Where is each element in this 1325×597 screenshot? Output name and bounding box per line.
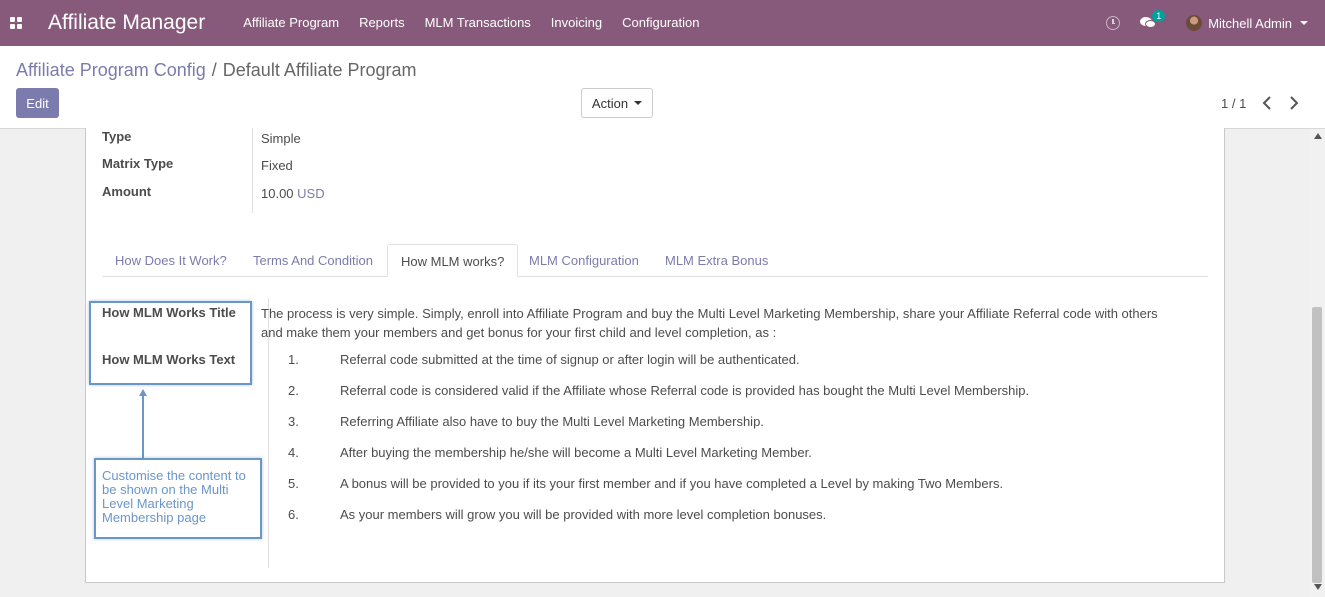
step-number: 2. xyxy=(288,383,299,398)
field-amount: Amount 10.00 USD xyxy=(102,184,1202,204)
edit-button[interactable]: Edit xyxy=(16,88,59,118)
matrix-type-value: Fixed xyxy=(261,158,293,173)
menu-configuration[interactable]: Configuration xyxy=(612,0,709,46)
action-dropdown-button[interactable]: Action xyxy=(581,88,653,118)
breadcrumb-current: Default Affiliate Program xyxy=(222,60,417,80)
notebook-tabs: How Does It Work? Terms And Condition Ho… xyxy=(102,244,1208,277)
messaging-chat-icon[interactable]: 1 xyxy=(1140,10,1166,30)
annotation-connector xyxy=(142,395,144,458)
list-item: 1. Referral code submitted at the time of… xyxy=(261,352,1161,383)
pager-next-icon[interactable] xyxy=(1288,95,1302,111)
list-item: 6. As your members will grow you will be … xyxy=(261,507,1161,538)
tab-terms-and-condition[interactable]: Terms And Condition xyxy=(240,244,386,277)
vertical-scrollbar[interactable] xyxy=(1310,129,1325,597)
tab-how-mlm-works[interactable]: How MLM works? xyxy=(387,244,519,277)
annotation-callout: Customise the content to be shown on the… xyxy=(94,458,262,539)
step-text: Referral code is considered valid if the… xyxy=(340,383,1030,398)
step-number: 6. xyxy=(288,507,299,522)
control-panel: Affiliate Program Config / Default Affilia… xyxy=(0,46,1325,129)
amount-currency: USD xyxy=(297,186,325,201)
type-label: Type xyxy=(102,129,132,144)
tab-how-does-it-work[interactable]: How Does It Work? xyxy=(102,244,240,277)
tab-pane-how-mlm-works: How MLM Works Title How MLM Works Text T… xyxy=(102,298,1202,568)
activity-clock-icon[interactable] xyxy=(1106,16,1121,30)
apps-menu-icon[interactable] xyxy=(0,0,32,46)
user-avatar[interactable] xyxy=(1186,15,1203,31)
type-value: Simple xyxy=(261,131,301,146)
menu-invoicing[interactable]: Invoicing xyxy=(541,0,612,46)
menu-reports[interactable]: Reports xyxy=(349,0,415,46)
how-mlm-works-intro: The process is very simple. Simply, enro… xyxy=(261,306,1158,340)
amount-value: 10.00 USD xyxy=(261,186,325,201)
step-number: 1. xyxy=(288,352,299,367)
menu-affiliate-program[interactable]: Affiliate Program xyxy=(233,0,349,46)
action-caret-icon xyxy=(634,101,643,105)
scroll-up-icon[interactable] xyxy=(1314,133,1322,139)
tab-mlm-extra-bonus[interactable]: MLM Extra Bonus xyxy=(652,244,781,277)
user-name[interactable]: Mitchell Admin xyxy=(1208,16,1292,31)
navbar-systray: 1 Mitchell Admin xyxy=(1106,0,1325,46)
list-item: 3. Referring Affiliate also have to buy t… xyxy=(261,414,1161,445)
app-title[interactable]: Affiliate Manager xyxy=(32,11,233,35)
step-number: 3. xyxy=(288,414,299,429)
annotation-highlight-box xyxy=(89,301,252,385)
pager-previous-icon[interactable] xyxy=(1261,95,1275,111)
breadcrumb-parent[interactable]: Affiliate Program Config xyxy=(16,60,206,80)
how-mlm-works-steps: 1. Referral code submitted at the time of… xyxy=(261,352,1161,538)
menu-mlm-transactions[interactable]: MLM Transactions xyxy=(415,0,541,46)
list-item: 5. A bonus will be provided to you if its… xyxy=(261,476,1161,507)
step-text: Referral code submitted at the time of s… xyxy=(340,352,800,367)
scroll-thumb[interactable] xyxy=(1312,307,1322,583)
field-type: Type Simple xyxy=(102,129,1202,149)
step-text: A bonus will be provided to you if its y… xyxy=(340,476,1004,491)
scroll-down-icon[interactable] xyxy=(1314,584,1322,590)
step-text: Referring Affiliate also have to buy the… xyxy=(340,414,764,429)
matrix-type-label: Matrix Type xyxy=(102,156,174,171)
step-number: 4. xyxy=(288,445,299,460)
chat-badge: 1 xyxy=(1152,10,1166,22)
list-item: 4. After buying the membership he/she wil… xyxy=(261,445,1161,476)
action-label: Action xyxy=(591,95,629,111)
step-text: As your members will grow you will be pr… xyxy=(340,507,827,522)
amount-number: 10.00 xyxy=(261,186,294,201)
top-navbar: Affiliate Manager Affiliate Program Repo… xyxy=(0,0,1325,46)
breadcrumb: Affiliate Program Config / Default Affilia… xyxy=(16,60,417,81)
field-matrix-type: Matrix Type Fixed xyxy=(102,156,1202,176)
list-item: 2. Referral code is considered valid if t… xyxy=(261,383,1161,414)
step-text: After buying the membership he/she will … xyxy=(340,445,812,460)
pager-value[interactable]: 1 / 1 xyxy=(1221,96,1246,111)
user-menu-caret-icon[interactable] xyxy=(1300,21,1308,25)
tab-mlm-configuration[interactable]: MLM Configuration xyxy=(516,244,652,277)
step-number: 5. xyxy=(288,476,299,491)
amount-label: Amount xyxy=(102,184,152,199)
main-menu: Affiliate Program Reports MLM Transactio… xyxy=(233,0,709,46)
breadcrumb-separator: / xyxy=(211,60,217,80)
